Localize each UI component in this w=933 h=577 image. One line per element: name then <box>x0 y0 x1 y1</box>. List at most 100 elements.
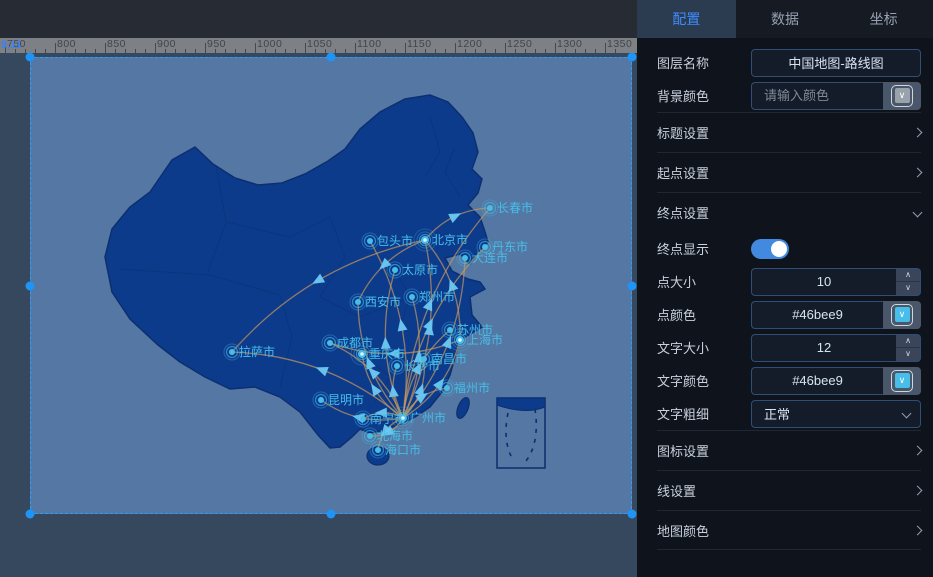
stepper-up-button[interactable]: ∧ <box>896 269 920 283</box>
ruler-tick-label: 1100 <box>357 38 382 50</box>
font-weight-select[interactable]: 正常 <box>751 400 921 428</box>
chevron-right-icon <box>913 525 923 535</box>
editor-workspace[interactable]: 7508008509009501000105011001150120012501… <box>0 0 637 577</box>
city-label: 长春市 <box>497 200 533 215</box>
bg-color-row: 背景颜色 ∨ <box>657 79 921 112</box>
font-color-row: 文字颜色 ∨ <box>657 364 921 397</box>
ruler-tick-label: 800 <box>57 38 76 50</box>
city-label: 包头市 <box>377 233 413 248</box>
point-size-input[interactable] <box>751 268 896 296</box>
city-marker: 昆明市 <box>313 392 364 408</box>
tab-config[interactable]: 配置 <box>637 0 736 38</box>
chevron-down-icon <box>913 208 923 218</box>
selection-handle-e[interactable] <box>628 282 637 291</box>
city-label: 太原市 <box>402 262 438 277</box>
bg-color-picker-button[interactable]: ∨ <box>883 82 921 110</box>
color-picker-frame: ∨ <box>891 85 913 107</box>
section-start-label: 起点设置 <box>657 163 709 182</box>
city-marker: 广州市 <box>392 407 446 429</box>
section-map-color-label: 地图颜色 <box>657 521 709 540</box>
section-start-point-settings[interactable]: 起点设置 <box>657 152 921 192</box>
selection-handle-ne[interactable] <box>628 53 637 62</box>
point-color-swatch-icon: ∨ <box>895 307 910 322</box>
bg-color-input[interactable] <box>751 82 883 110</box>
font-color-label: 文字颜色 <box>657 371 709 390</box>
stepper-down-button[interactable]: ∨ <box>896 282 920 295</box>
ruler-tick-label: 900 <box>157 38 176 50</box>
layer-name-input[interactable] <box>751 49 921 77</box>
city-marker: 长春市 <box>482 200 533 216</box>
selection-handle-s[interactable] <box>327 510 336 519</box>
font-size-row: 文字大小 ∧ ∨ <box>657 331 921 364</box>
ruler-tick-label: 1000 <box>257 38 282 50</box>
font-size-stepper: ∧ ∨ <box>896 334 921 362</box>
map-canvas[interactable]: 长春市包头市北京市丹东市大连市太原市西安市郑州市成都市重庆市拉萨市昆明市南宁市广… <box>30 57 632 514</box>
horizontal-ruler: 7508008509009501000105011001150120012501… <box>0 38 637 53</box>
city-marker: 上海市 <box>449 329 503 351</box>
city-marker: 福州市 <box>439 380 490 396</box>
font-weight-row: 文字粗细 正常 <box>657 397 921 430</box>
china-routes-map: 长春市包头市北京市丹东市大连市太原市西安市郑州市成都市重庆市拉萨市昆明市南宁市广… <box>30 57 632 514</box>
end-point-show-label: 终点显示 <box>657 239 709 258</box>
city-label: 上海市 <box>467 332 503 347</box>
panel-tabs: 配置 数据 坐标 <box>637 0 933 38</box>
city-label: 南昌市 <box>431 351 467 366</box>
selection-handle-se[interactable] <box>628 510 637 519</box>
point-color-picker-button[interactable]: ∨ <box>883 301 921 329</box>
font-color-input[interactable] <box>751 367 883 395</box>
stepper-down-button[interactable]: ∨ <box>896 348 920 361</box>
font-size-label: 文字大小 <box>657 338 709 357</box>
south-china-sea-inset <box>497 398 545 468</box>
ruler-origin-coords: 9,11 <box>1 39 22 51</box>
end-point-show-toggle[interactable] <box>751 239 789 259</box>
config-panel: 配置 数据 坐标 图层名称 背景颜色 ∨ <box>637 0 933 577</box>
font-color-swatch-icon: ∨ <box>895 373 910 388</box>
stepper-up-button[interactable]: ∧ <box>896 335 920 349</box>
section-title-label: 标题设置 <box>657 123 709 142</box>
city-marker: 海口市 <box>370 442 421 458</box>
point-color-label: 点颜色 <box>657 305 696 324</box>
layer-name-label: 图层名称 <box>657 53 709 72</box>
ruler-tick-label: 1250 <box>507 38 532 50</box>
chevron-right-icon <box>913 168 923 178</box>
section-line-settings[interactable]: 线设置 <box>657 470 921 510</box>
selection-handle-sw[interactable] <box>26 510 35 519</box>
section-end-point-settings[interactable]: 终点设置 <box>657 192 921 232</box>
city-label: 广州市 <box>410 410 446 425</box>
section-map-color[interactable]: 地图颜色 <box>657 510 921 550</box>
chevron-right-icon <box>913 128 923 138</box>
point-size-label: 点大小 <box>657 272 696 291</box>
city-label: 大连市 <box>472 250 508 265</box>
section-icon-settings[interactable]: 图标设置 <box>657 430 921 470</box>
ruler-tick-label: 950 <box>207 38 226 50</box>
tab-data[interactable]: 数据 <box>736 0 835 38</box>
tab-coords[interactable]: 坐标 <box>834 0 933 38</box>
ruler-tick-label: 1050 <box>307 38 332 50</box>
ruler-tick-label: 1300 <box>557 38 582 50</box>
app-root: 7508008509009501000105011001150120012501… <box>0 0 933 577</box>
toggle-knob <box>771 241 787 257</box>
bg-color-picker-icon: ∨ <box>895 88 910 103</box>
section-icon-label: 图标设置 <box>657 441 709 460</box>
section-title-settings[interactable]: 标题设置 <box>657 112 921 152</box>
city-marker: 太原市 <box>387 262 438 278</box>
point-color-input[interactable] <box>751 301 883 329</box>
layer-name-row: 图层名称 <box>657 46 921 79</box>
ruler-tick-label: 1350 <box>607 38 632 50</box>
city-marker: 北海市 <box>362 428 413 444</box>
ruler-tick-label: 1200 <box>457 38 482 50</box>
selection-handle-n[interactable] <box>327 53 336 62</box>
chevron-right-icon <box>913 446 923 456</box>
selection-handle-nw[interactable] <box>26 53 35 62</box>
point-color-row: 点颜色 ∨ <box>657 298 921 331</box>
city-marker: 郑州市 <box>404 289 455 305</box>
ruler-tick-label: 850 <box>107 38 126 50</box>
color-picker-frame: ∨ <box>891 370 913 392</box>
point-size-stepper: ∧ ∨ <box>896 268 921 296</box>
font-size-input[interactable] <box>751 334 896 362</box>
selection-handle-w[interactable] <box>26 282 35 291</box>
color-picker-frame: ∨ <box>891 304 913 326</box>
font-color-picker-button[interactable]: ∨ <box>883 367 921 395</box>
city-label: 郑州市 <box>419 289 455 304</box>
city-label: 福州市 <box>454 380 490 395</box>
